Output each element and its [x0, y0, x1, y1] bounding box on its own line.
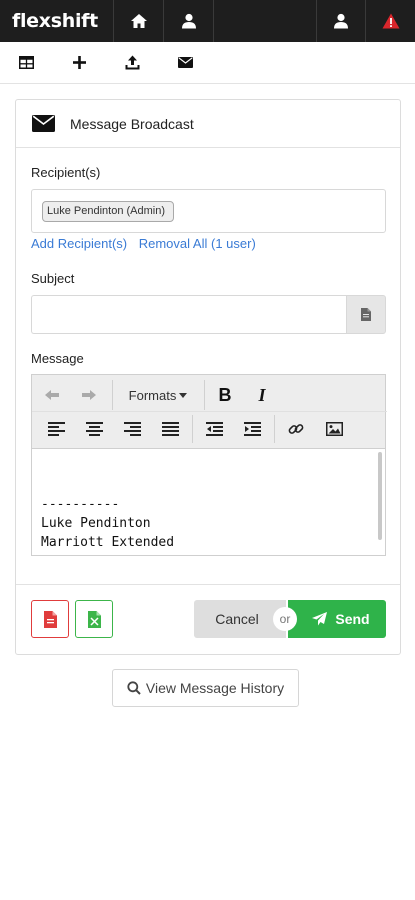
recipients-field[interactable]: Luke Pendinton (Admin)	[31, 189, 386, 233]
align-justify-button[interactable]	[155, 414, 185, 444]
editor-line: ----------	[41, 497, 120, 512]
editor-line: Luke Pendinton	[41, 516, 151, 531]
send-label: Send	[335, 611, 370, 627]
outdent-icon	[205, 422, 223, 436]
image-icon	[325, 422, 343, 436]
upload-button[interactable]	[106, 42, 159, 84]
message-editor: Formats B I ---------- Luke Pendinton Ma…	[31, 374, 387, 556]
action-toolbar	[0, 42, 415, 84]
search-icon	[127, 681, 141, 695]
undo-button[interactable]	[37, 380, 67, 410]
upload-icon	[125, 55, 140, 70]
align-right-icon	[123, 422, 141, 436]
undo-icon	[45, 390, 59, 400]
envelope-icon	[178, 57, 193, 68]
envelope-icon	[32, 115, 55, 132]
send-button[interactable]: Send	[288, 600, 386, 638]
editor-scrollbar[interactable]	[378, 452, 382, 540]
user-icon	[181, 13, 196, 29]
navbar-spacer	[214, 0, 316, 42]
redo-icon	[82, 390, 96, 400]
recipient-links: Add Recipient(s) Removal All (1 user)	[31, 236, 264, 251]
editor-text: ---------- Luke Pendinton Marriott Extende…	[41, 495, 174, 552]
toolbar-divider	[274, 415, 275, 443]
panel-footer-divider	[16, 584, 400, 585]
paper-plane-icon	[312, 612, 328, 626]
remove-all-link[interactable]: Removal All (1 user)	[139, 236, 256, 251]
outdent-button[interactable]	[199, 414, 229, 444]
italic-button[interactable]: I	[247, 380, 277, 410]
indent-button[interactable]	[237, 414, 267, 444]
toolbar-divider	[192, 415, 193, 443]
view-history-button[interactable]: View Message History	[112, 669, 299, 707]
alerts-button[interactable]	[366, 0, 415, 42]
bold-button[interactable]: B	[210, 380, 240, 410]
align-left-button[interactable]	[41, 414, 71, 444]
panel-title: Message Broadcast	[70, 115, 194, 132]
export-pdf-button[interactable]	[31, 600, 69, 638]
editor-content[interactable]: ---------- Luke Pendinton Marriott Extende…	[32, 449, 385, 555]
message-label: Message	[31, 351, 84, 366]
align-justify-icon	[161, 422, 179, 436]
file-icon	[361, 308, 371, 321]
file-pdf-icon	[43, 610, 57, 628]
messages-button[interactable]	[159, 42, 212, 84]
align-left-icon	[47, 422, 65, 436]
toolbar-divider	[204, 380, 205, 410]
editor-line: Marriott Extended	[41, 535, 175, 550]
toolbar-divider	[112, 380, 113, 410]
top-navbar: flexshift	[0, 0, 415, 42]
home-icon	[130, 14, 147, 28]
redo-button[interactable]	[74, 380, 104, 410]
subject-input[interactable]	[31, 295, 347, 334]
table-icon	[19, 56, 34, 69]
file-excel-icon	[87, 610, 101, 628]
or-divider-badge: or	[273, 607, 297, 631]
schedule-table-button[interactable]	[0, 42, 53, 84]
insert-image-button[interactable]	[319, 414, 349, 444]
link-icon	[288, 424, 304, 434]
profile-button[interactable]	[164, 0, 214, 42]
align-center-icon	[85, 422, 103, 436]
brand-logo[interactable]: flexshift	[0, 0, 114, 42]
align-right-button[interactable]	[117, 414, 147, 444]
formats-label: Formats	[128, 387, 177, 403]
editor-toolbar: Formats B I	[32, 375, 387, 449]
indent-icon	[243, 422, 261, 436]
add-recipient-link[interactable]: Add Recipient(s)	[31, 236, 127, 251]
add-button[interactable]	[53, 42, 106, 84]
home-button[interactable]	[114, 0, 164, 42]
toolbar-row-divider	[32, 411, 387, 412]
view-history-label: View Message History	[145, 680, 285, 696]
align-center-button[interactable]	[79, 414, 109, 444]
insert-link-button[interactable]	[281, 414, 311, 444]
recipient-chip[interactable]: Luke Pendinton (Admin)	[42, 201, 175, 222]
user-icon	[334, 13, 348, 29]
panel-header: Message Broadcast	[16, 100, 400, 148]
export-excel-button[interactable]	[75, 600, 113, 638]
account-button[interactable]	[316, 0, 366, 42]
recipients-label: Recipient(s)	[31, 165, 101, 180]
plus-icon	[73, 56, 86, 69]
caret-down-icon	[179, 392, 188, 398]
subject-label: Subject	[31, 271, 75, 286]
message-broadcast-panel: Message Broadcast Recipient(s) Luke Pend…	[15, 99, 401, 655]
warning-icon	[382, 13, 399, 29]
subject-template-button[interactable]	[346, 295, 386, 334]
formats-dropdown[interactable]: Formats	[118, 380, 198, 410]
